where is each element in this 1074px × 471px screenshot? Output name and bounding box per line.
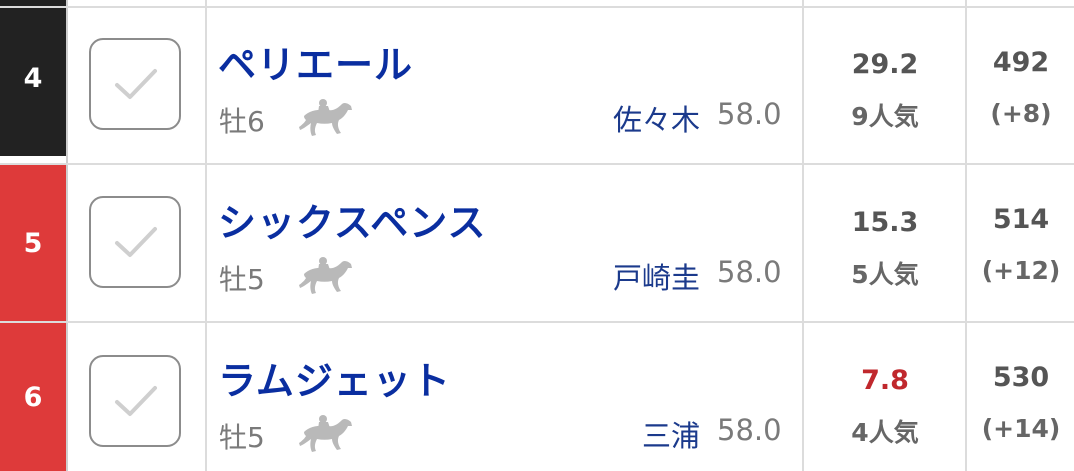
body-weight: 514 (992, 204, 1050, 235)
column-divider (205, 0, 207, 471)
body-weight: 530 (992, 362, 1050, 393)
column-divider (965, 0, 967, 471)
weight-carried: 58.0 (717, 255, 782, 289)
row-divider (0, 321, 1074, 323)
horse-name-link[interactable]: ラムジェット (218, 350, 451, 405)
race-entry-table: 4 ペリエール 牡6 佐々木 58.0 29.2 9人気 492 (+8) 5 … (0, 0, 1074, 471)
horse-name-link[interactable]: シックスペンス (218, 192, 486, 247)
body-weight-change: (+14) (981, 414, 1061, 443)
column-divider (802, 0, 804, 471)
odds-value: 15.3 (851, 207, 919, 238)
check-icon (115, 69, 157, 99)
popularity-rank: 5人気 (851, 260, 919, 289)
jockey-name-link[interactable]: 戸崎圭 (613, 255, 700, 297)
racehorse-icon (299, 257, 352, 294)
odds-value: 29.2 (851, 49, 919, 80)
sex-age-label: 牡5 (219, 263, 265, 296)
body-weight-change: (+12) (981, 256, 1061, 285)
column-divider (66, 0, 68, 471)
weight-carried: 58.0 (717, 413, 782, 447)
row-divider (0, 6, 1074, 8)
popularity-rank: 4人気 (851, 418, 919, 447)
waku-number-badge: 5 (0, 165, 66, 321)
racehorse-icon (299, 99, 352, 136)
waku-number-badge: 4 (0, 0, 66, 156)
sex-age-label: 牡5 (219, 421, 265, 454)
check-icon (115, 227, 157, 257)
table-row[interactable]: 5 シックスペンス 牡5 戸崎圭 58.0 15.3 5人気 514 (+12) (0, 165, 1074, 321)
racehorse-icon (299, 415, 352, 452)
jockey-name-link[interactable]: 三浦 (642, 413, 700, 455)
weight-carried: 58.0 (717, 97, 782, 131)
body-weight-change: (+8) (990, 99, 1052, 128)
table-row[interactable]: 6 ラムジェット 牡5 三浦 58.0 7.8 4人気 530 (+14) (0, 323, 1074, 471)
sex-age-label: 牡6 (219, 105, 265, 138)
select-checkbox[interactable] (89, 355, 181, 447)
check-icon (115, 386, 157, 416)
horse-name-link[interactable]: ペリエール (218, 34, 413, 89)
select-checkbox[interactable] (89, 38, 181, 130)
body-weight: 492 (992, 47, 1050, 78)
popularity-rank: 9人気 (851, 102, 919, 131)
table-row[interactable]: 4 ペリエール 牡6 佐々木 58.0 29.2 9人気 492 (+8) (0, 0, 1074, 156)
waku-number-badge: 6 (0, 323, 66, 471)
odds-value: 7.8 (861, 365, 909, 396)
select-checkbox[interactable] (89, 196, 181, 288)
jockey-name-link[interactable]: 佐々木 (613, 97, 700, 139)
row-divider (0, 163, 1074, 165)
